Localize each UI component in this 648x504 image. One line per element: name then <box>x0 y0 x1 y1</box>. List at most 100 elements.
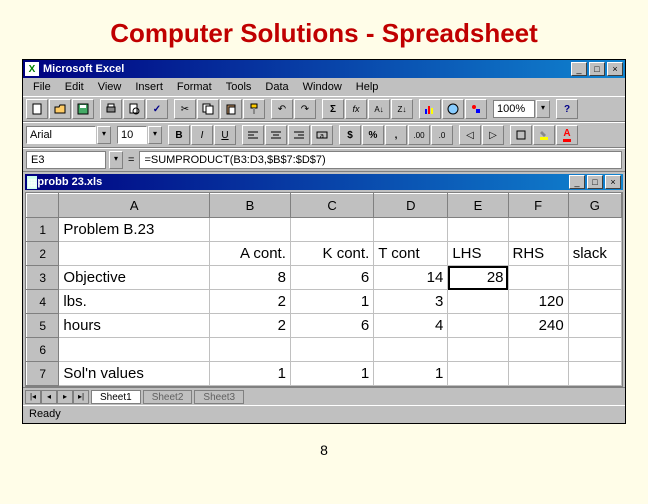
cell-B3[interactable]: 8 <box>209 266 290 290</box>
cell-D7[interactable]: 1 <box>374 362 448 386</box>
italic-button[interactable]: I <box>191 125 213 145</box>
name-dropdown[interactable]: ▾ <box>109 151 123 169</box>
zoom-box[interactable]: 100% <box>493 100 535 118</box>
cell-D6[interactable] <box>374 338 448 362</box>
close-button[interactable]: × <box>607 62 623 76</box>
font-selector[interactable]: Arial <box>26 126 96 144</box>
row-header-7[interactable]: 7 <box>27 362 59 386</box>
cell-F1[interactable] <box>508 218 568 242</box>
tab-sheet1[interactable]: Sheet1 <box>91 390 141 404</box>
print-button[interactable] <box>100 99 122 119</box>
decrease-decimal-button[interactable]: .0 <box>431 125 453 145</box>
increase-indent-button[interactable]: ▷ <box>482 125 504 145</box>
row-header-6[interactable]: 6 <box>27 338 59 362</box>
cell-G1[interactable] <box>568 218 621 242</box>
cell-A5[interactable]: hours <box>59 314 209 338</box>
menu-tools[interactable]: Tools <box>220 80 258 94</box>
wb-minimize-button[interactable]: _ <box>569 175 585 189</box>
drawing-button[interactable] <box>465 99 487 119</box>
cell-D2[interactable]: T cont <box>374 242 448 266</box>
wb-close-button[interactable]: × <box>605 175 621 189</box>
cell-A7[interactable]: Sol'n values <box>59 362 209 386</box>
cell-E6[interactable] <box>448 338 508 362</box>
cell-G2[interactable]: slack <box>568 242 621 266</box>
copy-button[interactable] <box>197 99 219 119</box>
new-button[interactable] <box>26 99 48 119</box>
cut-button[interactable]: ✂ <box>174 99 196 119</box>
menu-help[interactable]: Help <box>350 80 385 94</box>
cell-G7[interactable] <box>568 362 621 386</box>
cell-C6[interactable] <box>290 338 373 362</box>
cell-G5[interactable] <box>568 314 621 338</box>
row-header-2[interactable]: 2 <box>27 242 59 266</box>
menu-format[interactable]: Format <box>171 80 218 94</box>
paste-button[interactable] <box>220 99 242 119</box>
col-header-A[interactable]: A <box>59 194 209 218</box>
font-dropdown[interactable]: ▾ <box>97 126 111 144</box>
cell-F2[interactable]: RHS <box>508 242 568 266</box>
menu-file[interactable]: File <box>27 80 57 94</box>
cell-E3[interactable]: 28 <box>448 266 508 290</box>
cell-A2[interactable] <box>59 242 209 266</box>
borders-button[interactable] <box>510 125 532 145</box>
sort-desc-button[interactable]: Z↓ <box>391 99 413 119</box>
cell-E4[interactable] <box>448 290 508 314</box>
currency-button[interactable]: $ <box>339 125 361 145</box>
percent-button[interactable]: % <box>362 125 384 145</box>
cell-E7[interactable] <box>448 362 508 386</box>
fill-color-button[interactable] <box>533 125 555 145</box>
cell-F3[interactable] <box>508 266 568 290</box>
open-button[interactable] <box>49 99 71 119</box>
cell-B5[interactable]: 2 <box>209 314 290 338</box>
font-color-button[interactable]: A <box>556 125 578 145</box>
cell-A1[interactable]: Problem B.23 <box>59 218 209 242</box>
menu-insert[interactable]: Insert <box>129 80 169 94</box>
align-right-button[interactable] <box>288 125 310 145</box>
autosum-button[interactable]: Σ <box>322 99 344 119</box>
row-header-4[interactable]: 4 <box>27 290 59 314</box>
cell-F7[interactable] <box>508 362 568 386</box>
sort-asc-button[interactable]: A↓ <box>368 99 390 119</box>
cell-C1[interactable] <box>290 218 373 242</box>
cell-G6[interactable] <box>568 338 621 362</box>
cell-B1[interactable] <box>209 218 290 242</box>
size-dropdown[interactable]: ▾ <box>148 126 162 144</box>
comma-button[interactable]: , <box>385 125 407 145</box>
undo-button[interactable]: ↶ <box>271 99 293 119</box>
cell-B6[interactable] <box>209 338 290 362</box>
tab-nav-first[interactable]: |◂ <box>25 390 41 404</box>
row-header-1[interactable]: 1 <box>27 218 59 242</box>
cell-E5[interactable] <box>448 314 508 338</box>
preview-button[interactable] <box>123 99 145 119</box>
help-button[interactable]: ? <box>556 99 578 119</box>
cell-C5[interactable]: 6 <box>290 314 373 338</box>
cell-C4[interactable]: 1 <box>290 290 373 314</box>
menu-view[interactable]: View <box>92 80 128 94</box>
tab-sheet2[interactable]: Sheet2 <box>143 390 193 404</box>
format-painter-button[interactable] <box>243 99 265 119</box>
bold-button[interactable]: B <box>168 125 190 145</box>
select-all-corner[interactable] <box>27 194 59 218</box>
size-selector[interactable]: 10 <box>117 126 147 144</box>
minimize-button[interactable]: _ <box>571 62 587 76</box>
col-header-G[interactable]: G <box>568 194 621 218</box>
decrease-indent-button[interactable]: ◁ <box>459 125 481 145</box>
cell-A6[interactable] <box>59 338 209 362</box>
maximize-button[interactable]: □ <box>589 62 605 76</box>
tab-sheet3[interactable]: Sheet3 <box>194 390 244 404</box>
cell-G4[interactable] <box>568 290 621 314</box>
cell-D5[interactable]: 4 <box>374 314 448 338</box>
cell-C7[interactable]: 1 <box>290 362 373 386</box>
save-button[interactable] <box>72 99 94 119</box>
col-header-B[interactable]: B <box>209 194 290 218</box>
cell-C2[interactable]: K cont. <box>290 242 373 266</box>
spreadsheet-grid[interactable]: A B C D E F G 1 Problem B.23 2 A cont. K… <box>25 192 623 387</box>
align-left-button[interactable] <box>242 125 264 145</box>
wb-maximize-button[interactable]: □ <box>587 175 603 189</box>
cell-A4[interactable]: lbs. <box>59 290 209 314</box>
map-button[interactable] <box>442 99 464 119</box>
col-header-E[interactable]: E <box>448 194 508 218</box>
chart-button[interactable] <box>419 99 441 119</box>
cell-F4[interactable]: 120 <box>508 290 568 314</box>
cell-D3[interactable]: 14 <box>374 266 448 290</box>
